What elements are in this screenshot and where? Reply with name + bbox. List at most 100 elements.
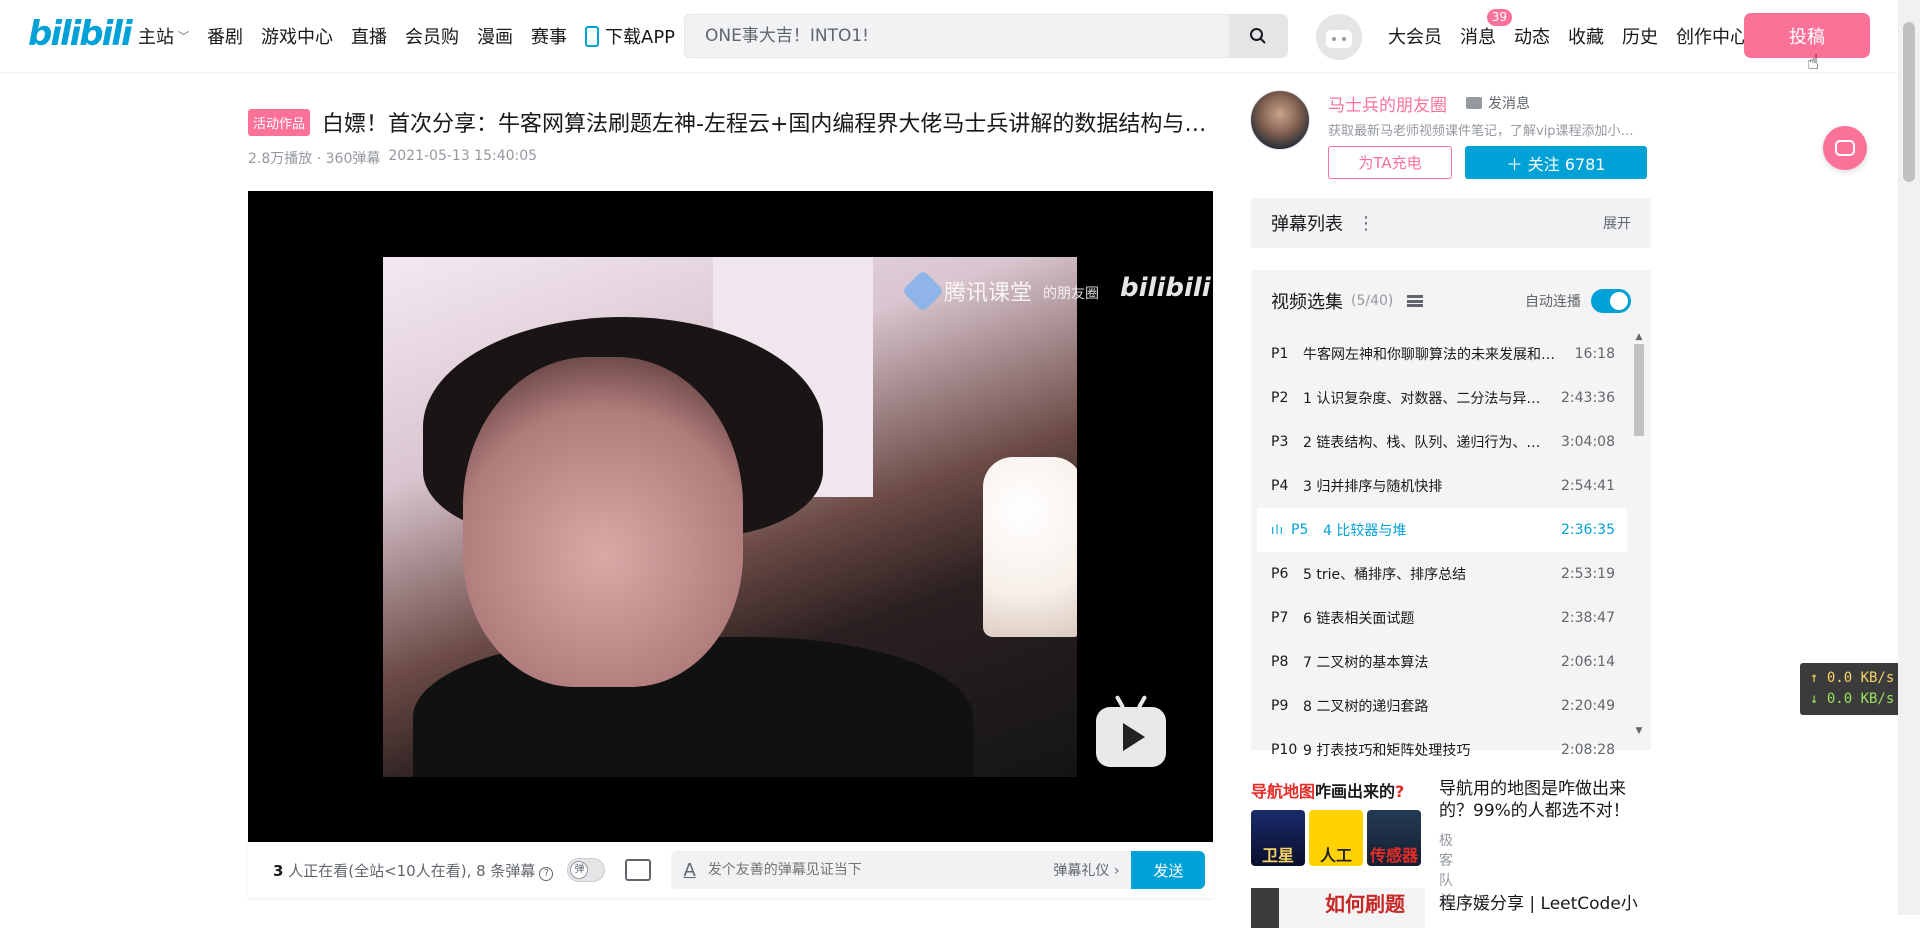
episode-item[interactable]: P1 牛客网左神和你聊聊算法的未来发展和面试 16:18 — [1257, 332, 1627, 376]
nav-label: 主站 — [138, 27, 174, 48]
nav-game-center[interactable]: 游戏中心 — [261, 23, 333, 49]
help-icon[interactable]: ? — [539, 866, 554, 881]
episode-item[interactable]: P4 3 归并排序与随机快排 2:54:41 — [1257, 464, 1627, 508]
nav-creator-center[interactable]: 创作中心 — [1676, 23, 1748, 49]
video-title-row: 活动作品 白嫖！首次分享：牛客网算法刷题左神-左程云+国内编程界大佬马士兵讲解的… — [248, 106, 1214, 138]
scroll-up-icon[interactable]: ▲ — [1633, 332, 1645, 342]
search-input[interactable] — [685, 15, 1229, 57]
episode-duration: 2:54:41 — [1561, 478, 1615, 494]
episode-item[interactable]: P6 5 trie、桶排序、排序总结 2:53:19 — [1257, 552, 1627, 596]
episode-duration: 2:20:49 — [1561, 698, 1615, 714]
tv-mascot-icon — [1326, 30, 1352, 48]
publish-date: 2021-05-13 15:40:05 — [388, 148, 538, 164]
main-nav: 主站 ﹀ 番剧 游戏中心 直播 会员购 漫画 赛事 下载APP — [138, 0, 675, 72]
episode-item[interactable]: P2 1 认识复杂度、对数器、二分法与异或运算 2:43:36 — [1257, 376, 1627, 420]
episode-list-title: 视频选集 — [1271, 292, 1343, 313]
bilibili-logo[interactable]: bilibili — [28, 12, 133, 56]
send-message-link[interactable]: 发消息 — [1466, 93, 1530, 113]
now-playing-icon: ılı — [1271, 523, 1285, 537]
uploader-description: 获取最新马老师视频课件笔记，了解vip课程添加小助手微信 — [1328, 124, 1646, 139]
watermark-text: 腾讯课堂 — [944, 281, 1033, 306]
nav-download-app[interactable]: 下载APP — [585, 23, 675, 49]
network-speed-widget: ↑ 0.0 KB/s ↓ 0.0 KB/s — [1800, 663, 1906, 715]
episode-number: P6 — [1271, 566, 1289, 582]
danmaku-count: 360弹幕 — [325, 151, 381, 167]
danmaku-toggle[interactable]: 弹 — [567, 858, 606, 882]
nav-main-site[interactable]: 主站 ﹀ — [138, 23, 189, 49]
watching-count: 3 — [273, 861, 284, 880]
play-button[interactable] — [1096, 707, 1166, 767]
recommended-title[interactable]: 导航用的地图是咋做出来的？99%的人都选不对！ — [1439, 778, 1659, 822]
nav-anime[interactable]: 番剧 — [207, 23, 243, 49]
danmaku-toggle-label: 弹 — [570, 861, 589, 879]
episode-duration: 2:43:36 — [1561, 390, 1615, 406]
user-nav: 大会员 消息 39 动态 收藏 历史 创作中心 — [1388, 0, 1748, 72]
page-scrollbar[interactable] — [1898, 0, 1920, 915]
danmaku-input[interactable] — [707, 862, 1054, 878]
charge-button[interactable]: 为TA充电 — [1328, 146, 1452, 179]
page-scrollbar-thumb[interactable] — [1903, 22, 1915, 182]
episode-number: P10 — [1271, 742, 1298, 758]
phone-icon — [585, 25, 599, 47]
danmaku-etiquette-link[interactable]: 弹幕礼仪 › — [1053, 860, 1119, 880]
font-style-icon[interactable]: A — [683, 860, 695, 881]
danmaku-list-panel[interactable]: 弹幕列表 ⋮ 展开 — [1251, 198, 1651, 248]
activity-tag[interactable]: 活动作品 — [248, 108, 311, 136]
more-options-icon[interactable]: ⋮ — [1357, 213, 1375, 234]
episode-duration: 2:38:47 — [1561, 610, 1615, 626]
episode-item[interactable]: P8 7 二叉树的基本算法 2:06:14 — [1257, 640, 1627, 684]
nav-esports[interactable]: 赛事 — [531, 23, 567, 49]
list-view-icon[interactable] — [1407, 295, 1424, 307]
follow-button[interactable]: ＋ 关注 6781 — [1465, 146, 1647, 179]
user-avatar[interactable] — [1316, 14, 1362, 60]
episode-item[interactable]: P10 9 打表技巧和矩阵处理技巧 2:08:28 — [1257, 728, 1627, 772]
recommended-thumbnail[interactable]: 如何刷题 — [1251, 888, 1425, 928]
thumbnail-tile: 卫星 — [1251, 810, 1305, 866]
watermark-tencent: 腾讯课堂 — [901, 269, 1033, 313]
download-speed: ↓ 0.0 KB/s — [1810, 691, 1895, 707]
tencent-play-icon — [901, 269, 945, 313]
nav-dynamic[interactable]: 动态 — [1514, 23, 1550, 49]
expand-danmaku-list[interactable]: 展开 — [1603, 213, 1631, 233]
episode-number: P8 — [1271, 654, 1289, 670]
episode-number: P1 — [1271, 346, 1289, 362]
cat-icon — [1835, 140, 1855, 156]
mascot-helper-button[interactable] — [1823, 126, 1867, 170]
danmaku-send-bar: 3 人正在看(全站<10人在看), 8 条弹幕? 弹 A 弹幕礼仪 › 发送 — [248, 842, 1213, 898]
nav-messages[interactable]: 消息 39 — [1460, 9, 1512, 49]
thumbnail-tile: 传感器 — [1367, 810, 1421, 866]
uploader-name[interactable]: 马士兵的朋友圈 — [1328, 91, 1447, 116]
uploader-avatar[interactable] — [1250, 90, 1310, 150]
video-frame — [383, 257, 1077, 777]
episode-list-scrollbar[interactable]: ▲ ▼ — [1633, 332, 1645, 748]
scrollbar-thumb[interactable] — [1634, 344, 1644, 436]
danmaku-settings-icon[interactable] — [625, 859, 652, 881]
episode-name: 6 链表相关面试题 — [1303, 611, 1415, 627]
episode-name: 5 trie、桶排序、排序总结 — [1303, 567, 1467, 583]
episode-name: 2 链表结构、栈、队列、递归行为、哈希表 — [1303, 435, 1562, 451]
episode-item-active[interactable]: ılı P5 4 比较器与堆 2:36:35 — [1257, 508, 1627, 552]
episode-item[interactable]: P3 2 链表结构、栈、队列、递归行为、哈希表 3:04:08 — [1257, 420, 1627, 464]
recommended-title[interactable]: 程序媛分享 | LeetCode小 — [1439, 889, 1638, 914]
autoplay-switch[interactable] — [1591, 289, 1631, 313]
nav-live[interactable]: 直播 — [351, 23, 387, 49]
episode-item[interactable]: P9 8 二叉树的递归套路 2:20:49 — [1257, 684, 1627, 728]
episode-items: P1 牛客网左神和你聊聊算法的未来发展和面试 16:18 P2 1 认识复杂度、对数器… — [1257, 332, 1627, 772]
search-button[interactable] — [1229, 15, 1287, 57]
watermark-bilibili: bilibili — [1120, 273, 1211, 303]
chevron-down-icon: ﹀ — [178, 30, 189, 43]
video-player[interactable]: 腾讯课堂 的朋友圈 bilibili — [248, 191, 1213, 842]
episode-duration: 16:18 — [1574, 346, 1615, 362]
nav-shop[interactable]: 会员购 — [405, 23, 459, 49]
episode-number: P3 — [1271, 434, 1289, 450]
send-danmaku-button[interactable]: 发送 — [1131, 851, 1206, 889]
recommended-thumbnail[interactable]: 导航地图咋画出来的? 卫星 人工 传感器 — [1251, 778, 1425, 878]
nav-history[interactable]: 历史 — [1622, 23, 1658, 49]
nav-manga[interactable]: 漫画 — [477, 23, 513, 49]
episode-item[interactable]: P7 6 链表相关面试题 2:38:47 — [1257, 596, 1627, 640]
scroll-down-icon[interactable]: ▼ — [1633, 726, 1645, 736]
episode-list: 视频选集 (5/40) 自动连播 P1 牛客网左神和你聊聊算法的未来发展和面试 16… — [1251, 270, 1651, 759]
nav-label: 下载APP — [605, 27, 676, 48]
nav-vip[interactable]: 大会员 — [1388, 23, 1442, 49]
nav-favorites[interactable]: 收藏 — [1568, 23, 1604, 49]
